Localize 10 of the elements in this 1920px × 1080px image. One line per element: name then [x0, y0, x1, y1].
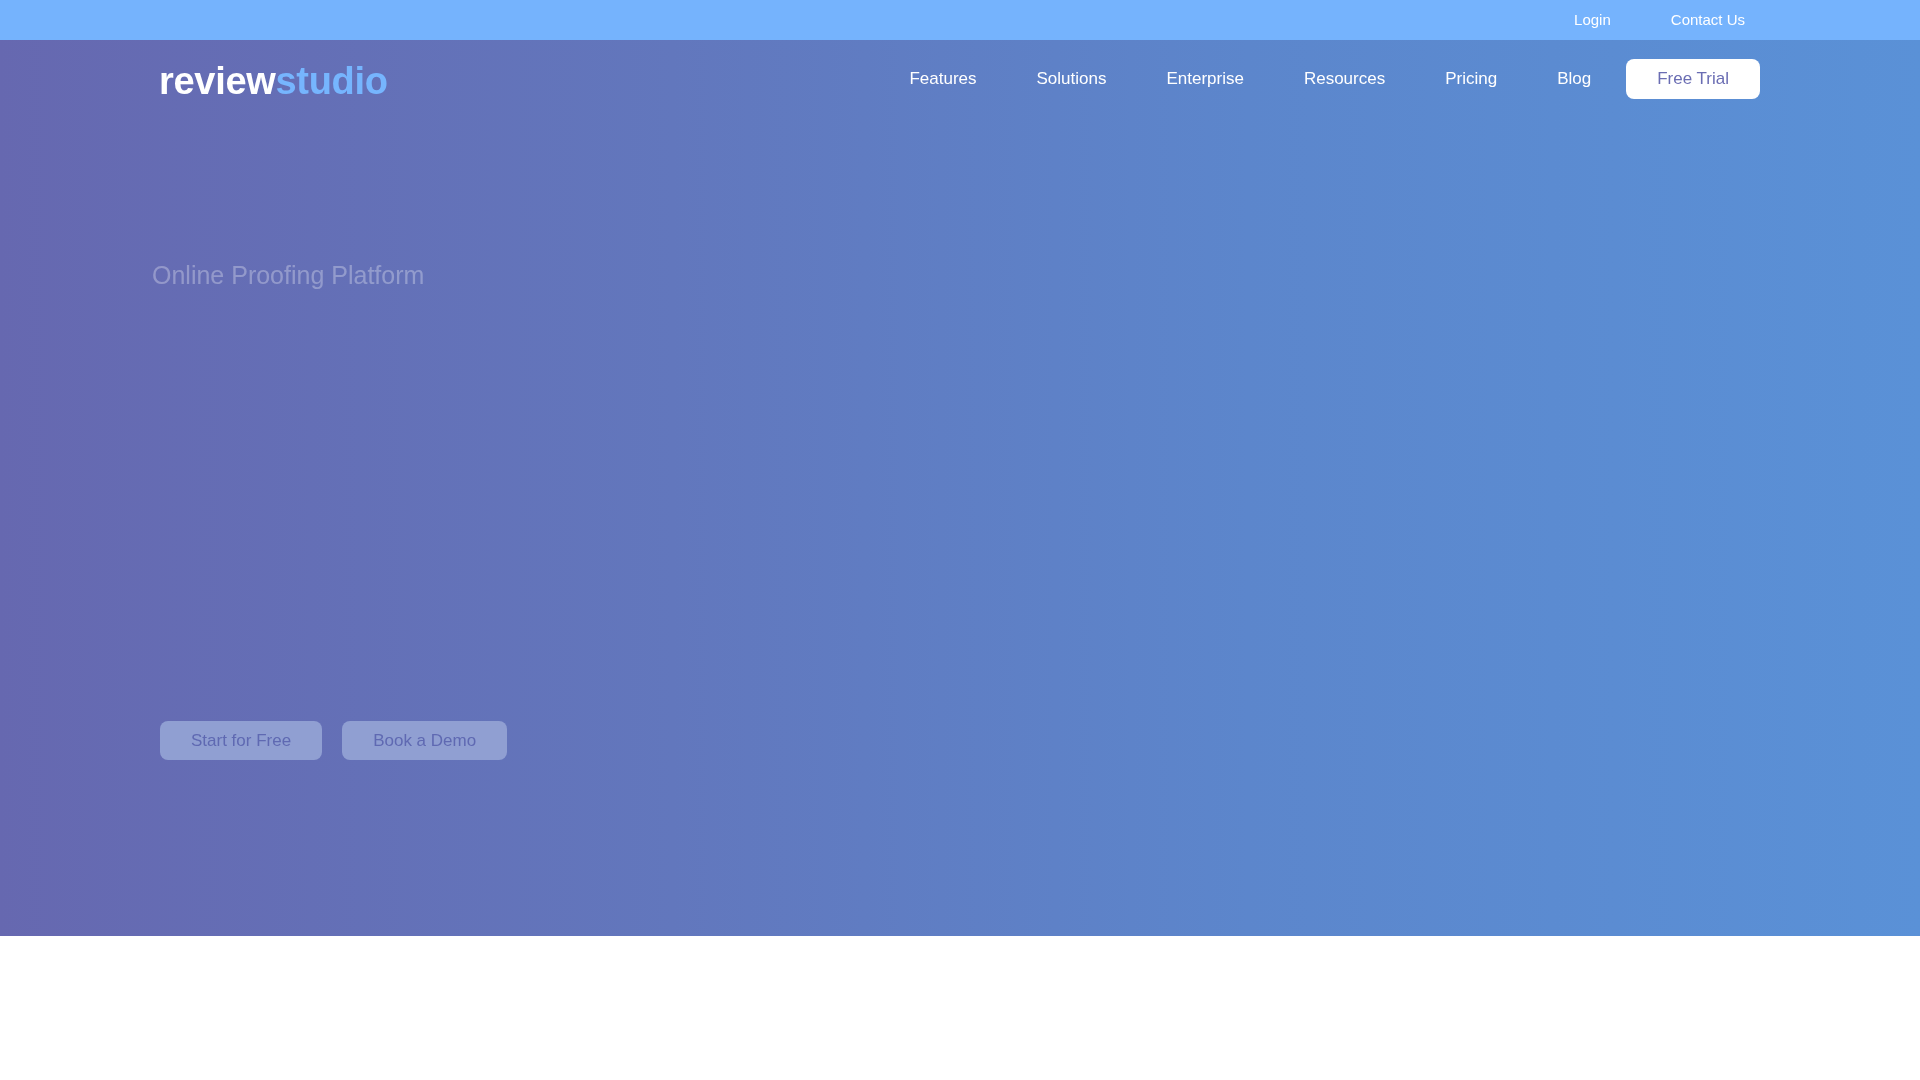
nav-link[interactable]: Blog	[1557, 69, 1592, 89]
nav-link[interactable]: Features	[909, 69, 977, 89]
free-trial-button[interactable]: Free Trial	[1626, 59, 1760, 99]
nav-link[interactable]: Solutions	[1036, 69, 1107, 89]
nav-link[interactable]: Resources	[1303, 69, 1386, 89]
nav-link[interactable]: Enterprise	[1166, 69, 1244, 89]
top-link[interactable]: Login	[1574, 10, 1611, 28]
logo[interactable]: reviewstudio	[159, 62, 388, 100]
top-link[interactable]: Contact Us	[1670, 10, 1745, 28]
nav-link[interactable]: Pricing	[1445, 69, 1498, 89]
